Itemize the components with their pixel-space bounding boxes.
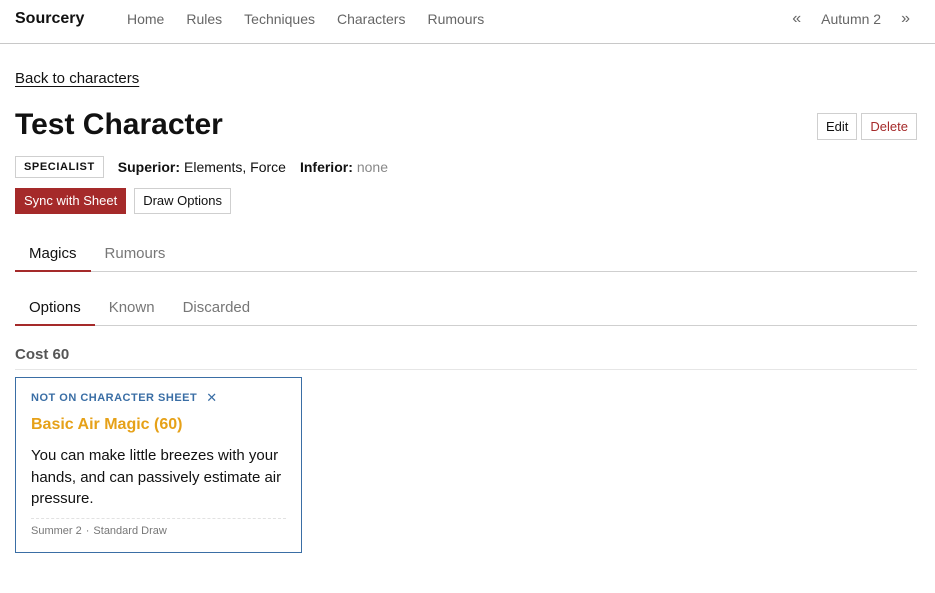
- card-status-label: NOT ON CHARACTER SHEET: [31, 392, 198, 404]
- tab-options[interactable]: Options: [15, 291, 95, 326]
- nav-link-rumours[interactable]: Rumours: [416, 11, 495, 27]
- nav-link-rules[interactable]: Rules: [175, 11, 233, 27]
- magic-card: NOT ON CHARACTER SHEET ✕ Basic Air Magic…: [15, 377, 302, 553]
- inferior-label: Inferior:: [299, 159, 353, 175]
- title-actions: Edit Delete: [817, 113, 917, 140]
- edit-button[interactable]: Edit: [817, 113, 858, 140]
- sub-tabs: Options Known Discarded: [15, 291, 917, 326]
- delete-button[interactable]: Delete: [861, 113, 917, 140]
- cost-group-header: Cost 60: [15, 346, 917, 370]
- tab-rumours[interactable]: Rumours: [91, 237, 180, 272]
- card-footer: Summer 2 · Standard Draw: [31, 517, 286, 537]
- brand-logo[interactable]: Sourcery: [15, 10, 84, 28]
- tab-magics[interactable]: Magics: [15, 237, 91, 272]
- nav-links: Home Rules Techniques Characters Rumours: [116, 11, 495, 27]
- nav-link-home[interactable]: Home: [116, 11, 175, 27]
- inferior-value: none: [356, 159, 389, 175]
- card-footer-draw: Standard Draw: [93, 524, 167, 537]
- draw-options-button[interactable]: Draw Options: [134, 188, 231, 214]
- character-actions: Sync with Sheet Draw Options: [15, 188, 231, 214]
- page-title: Test Character: [15, 108, 223, 141]
- card-footer-separator: ·: [85, 524, 90, 537]
- close-icon[interactable]: ✕: [206, 390, 217, 406]
- specialist-badge: SPECIALIST: [15, 156, 104, 178]
- character-meta: SPECIALIST Superior: Elements, Force Inf…: [15, 156, 388, 178]
- superior-label: Superior:: [117, 159, 181, 175]
- navbar: Sourcery Home Rules Techniques Character…: [0, 0, 935, 44]
- back-to-characters-link[interactable]: Back to characters: [15, 70, 139, 87]
- superior-value: Elements, Force: [184, 159, 286, 175]
- season-next-icon[interactable]: »: [891, 10, 920, 28]
- card-footer-season: Summer 2: [31, 524, 82, 537]
- tab-discarded[interactable]: Discarded: [169, 291, 265, 326]
- season-prev-icon[interactable]: «: [782, 10, 811, 28]
- nav-link-techniques[interactable]: Techniques: [233, 11, 326, 27]
- nav-link-characters[interactable]: Characters: [326, 11, 416, 27]
- card-title: Basic Air Magic (60): [31, 416, 183, 433]
- season-label: Autumn 2: [821, 11, 882, 27]
- tab-known[interactable]: Known: [95, 291, 169, 326]
- main-tabs: Magics Rumours: [15, 237, 917, 272]
- card-status: NOT ON CHARACTER SHEET ✕: [31, 390, 286, 406]
- season-selector: « Autumn 2 »: [782, 10, 920, 28]
- sync-with-sheet-button[interactable]: Sync with Sheet: [15, 188, 127, 214]
- card-description: You can make little breezes with your ha…: [31, 447, 282, 507]
